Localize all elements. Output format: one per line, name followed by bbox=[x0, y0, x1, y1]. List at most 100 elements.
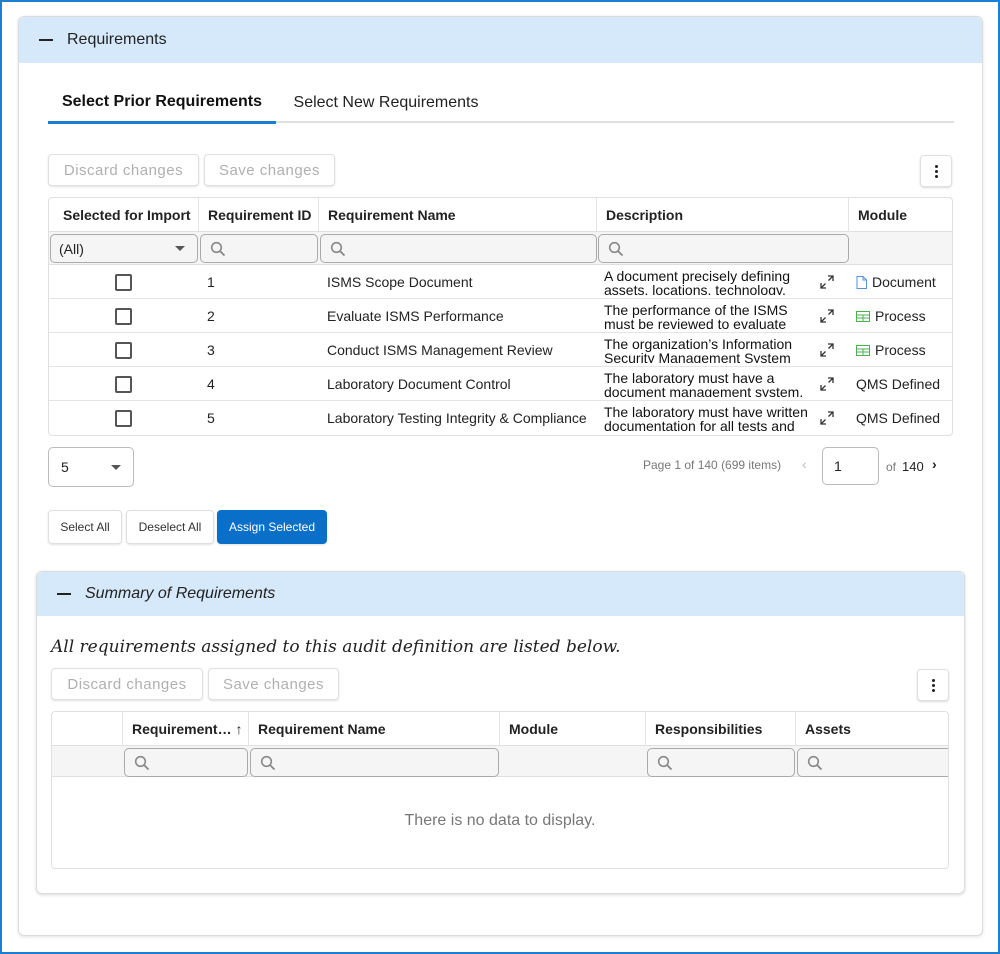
row-checkbox[interactable] bbox=[115, 409, 132, 427]
module-cell: QMS Defined bbox=[856, 401, 940, 435]
page-size-value: 5 bbox=[61, 459, 69, 475]
column-header-requirement-id[interactable]: Requirement ID bbox=[199, 198, 319, 232]
column-header-module[interactable]: Module bbox=[500, 712, 646, 746]
column-header-description[interactable]: Description bbox=[597, 198, 849, 232]
requirement-name-cell: Laboratory Testing Integrity & Complianc… bbox=[327, 410, 587, 426]
filter-row: (All) bbox=[49, 232, 952, 265]
tab-select-new-requirements[interactable]: Select New Requirements bbox=[276, 83, 496, 123]
module-label: Process bbox=[875, 342, 926, 358]
process-icon bbox=[856, 310, 870, 322]
search-icon bbox=[134, 755, 150, 770]
expand-icon[interactable] bbox=[819, 342, 835, 358]
assets-filter-input[interactable] bbox=[797, 748, 948, 777]
column-header-responsibilities[interactable]: Responsibilities bbox=[646, 712, 796, 746]
requirements-tabs: Select Prior Requirements Select New Req… bbox=[48, 83, 954, 124]
expand-icon[interactable] bbox=[819, 308, 835, 324]
page-number-input[interactable]: 1 bbox=[822, 447, 879, 485]
summary-save-changes-button[interactable]: Save changes bbox=[208, 668, 339, 700]
table-row[interactable]: 2 Evaluate ISMS Performance The performa… bbox=[49, 299, 952, 333]
summary-more-options-button[interactable] bbox=[917, 669, 949, 701]
more-vertical-icon bbox=[934, 164, 938, 179]
table-row[interactable]: 1 ISMS Scope Document A document precise… bbox=[49, 265, 952, 299]
selected-for-import-filter-select[interactable]: (All) bbox=[50, 234, 198, 263]
document-icon bbox=[856, 275, 867, 289]
module-label: QMS Defined bbox=[856, 376, 941, 392]
requirement-name-cell: Laboratory Document Control bbox=[327, 376, 511, 392]
responsibilities-filter-input[interactable] bbox=[647, 748, 795, 777]
chevron-right-icon[interactable]: › bbox=[932, 456, 937, 472]
module-cell: QMS Defined bbox=[856, 367, 940, 401]
column-header-assets[interactable]: Assets bbox=[796, 712, 948, 746]
filter-row bbox=[52, 746, 948, 777]
row-checkbox[interactable] bbox=[115, 375, 132, 393]
pager-of-label: of bbox=[886, 460, 897, 474]
search-icon bbox=[608, 241, 624, 256]
requirement-name-cell: ISMS Scope Document bbox=[327, 274, 473, 290]
expand-icon[interactable] bbox=[819, 376, 835, 392]
column-header-requirement-id[interactable]: Requirement… ↑ bbox=[123, 712, 249, 746]
search-icon bbox=[210, 241, 226, 256]
column-header-module[interactable]: Module bbox=[849, 198, 952, 232]
save-changes-button[interactable]: Save changes bbox=[204, 154, 335, 186]
search-icon bbox=[657, 755, 673, 770]
assign-selected-button[interactable]: Assign Selected bbox=[217, 510, 327, 544]
chevron-left-icon[interactable]: ‹ bbox=[802, 456, 807, 472]
discard-changes-button[interactable]: Discard changes bbox=[48, 154, 199, 186]
chevron-down-icon bbox=[111, 464, 121, 470]
row-checkbox[interactable] bbox=[115, 307, 132, 325]
module-label: Process bbox=[875, 308, 926, 324]
requirement-name-filter-input[interactable] bbox=[320, 234, 597, 263]
grid-header: Requirement… ↑ Requirement Name Module R… bbox=[52, 712, 948, 746]
deselect-all-button[interactable]: Deselect All bbox=[126, 510, 214, 544]
expand-icon[interactable] bbox=[819, 274, 835, 290]
pager-total-pages: 140 bbox=[902, 459, 924, 474]
page-size-select[interactable]: 5 bbox=[48, 447, 134, 487]
description-cell: The organization’s Information Security … bbox=[604, 336, 793, 363]
panel-title: Summary of Requirements bbox=[85, 585, 276, 602]
column-header-select bbox=[52, 712, 123, 746]
summary-grid: Requirement… ↑ Requirement Name Module R… bbox=[51, 711, 949, 869]
module-cell: Document bbox=[856, 265, 936, 299]
row-checkbox[interactable] bbox=[115, 273, 132, 291]
select-all-button[interactable]: Select All bbox=[48, 510, 122, 544]
description-cell: The laboratory must have a document mana… bbox=[604, 370, 804, 397]
module-cell: Process bbox=[856, 333, 926, 367]
prior-requirements-grid: Selected for Import Requirement ID Requi… bbox=[48, 197, 953, 436]
description-cell: The performance of the ISMS must be revi… bbox=[604, 302, 788, 329]
process-icon bbox=[856, 344, 870, 356]
more-options-button[interactable] bbox=[920, 155, 952, 187]
module-label: QMS Defined bbox=[856, 410, 941, 426]
column-header-selected-for-import[interactable]: Selected for Import bbox=[49, 198, 199, 232]
collapse-icon[interactable] bbox=[57, 593, 71, 595]
chevron-down-icon bbox=[175, 246, 185, 251]
table-row[interactable]: 3 Conduct ISMS Management Review The org… bbox=[49, 333, 952, 367]
summary-discard-changes-button[interactable]: Discard changes bbox=[51, 668, 203, 700]
table-row[interactable]: 5 Laboratory Testing Integrity & Complia… bbox=[49, 401, 952, 435]
requirement-id-filter-input[interactable] bbox=[124, 748, 248, 777]
grid-header: Selected for Import Requirement ID Requi… bbox=[49, 198, 952, 232]
requirements-panel-header[interactable]: Requirements bbox=[19, 17, 982, 63]
row-checkbox[interactable] bbox=[115, 341, 132, 359]
search-icon bbox=[807, 755, 823, 770]
table-row[interactable]: 4 Laboratory Document Control The labora… bbox=[49, 367, 952, 401]
requirement-id-cell: 2 bbox=[207, 308, 215, 324]
requirement-name-cell: Evaluate ISMS Performance bbox=[327, 308, 504, 324]
description-filter-input[interactable] bbox=[598, 234, 849, 263]
column-header-requirement-name[interactable]: Requirement Name bbox=[249, 712, 500, 746]
collapse-icon[interactable] bbox=[39, 39, 53, 41]
summary-panel-header[interactable]: Summary of Requirements bbox=[37, 572, 964, 616]
requirement-id-cell: 4 bbox=[207, 376, 215, 392]
tab-select-prior-requirements[interactable]: Select Prior Requirements bbox=[48, 83, 276, 124]
column-header-requirement-name[interactable]: Requirement Name bbox=[319, 198, 597, 232]
requirement-name-filter-input[interactable] bbox=[250, 748, 499, 777]
search-icon bbox=[330, 241, 346, 256]
requirement-name-cell: Conduct ISMS Management Review bbox=[327, 342, 553, 358]
filter-select-value: (All) bbox=[59, 240, 84, 257]
requirement-id-cell: 5 bbox=[207, 410, 215, 426]
search-icon bbox=[260, 755, 276, 770]
panel-title: Requirements bbox=[67, 31, 167, 48]
pager-info: Page 1 of 140 (699 items) bbox=[643, 458, 782, 472]
expand-icon[interactable] bbox=[819, 410, 835, 426]
requirement-id-filter-input[interactable] bbox=[200, 234, 318, 263]
module-cell: Process bbox=[856, 299, 926, 333]
